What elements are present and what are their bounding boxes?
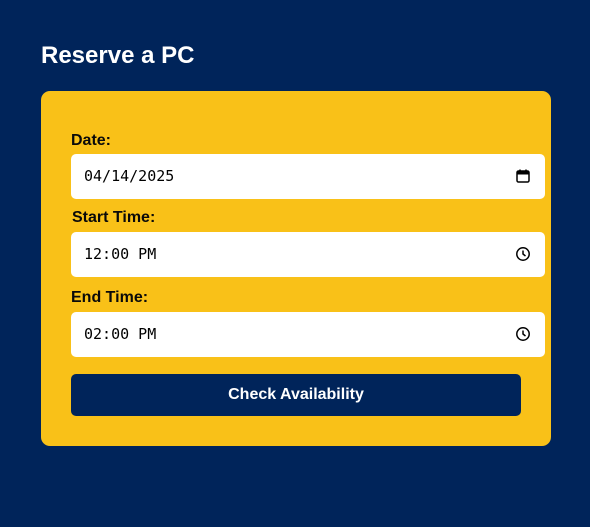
date-value: 04/14/2025 xyxy=(84,167,175,185)
end-time-label: End Time: xyxy=(71,289,149,306)
page-title: Reserve a PC xyxy=(41,42,195,69)
end-time-value: 02:00 PM xyxy=(84,325,157,343)
start-time-label: Start Time: xyxy=(72,209,156,226)
reservation-form: Date: 04/14/2025 Start Time: 12:00 PM En… xyxy=(41,91,551,446)
start-time-value: 12:00 PM xyxy=(84,245,157,263)
page: Reserve a PC Date: 04/14/2025 Start Time… xyxy=(0,0,590,527)
date-field[interactable]: 04/14/2025 xyxy=(71,154,545,199)
clock-icon[interactable] xyxy=(515,246,531,262)
check-availability-button[interactable]: Check Availability xyxy=(71,374,521,416)
calendar-icon[interactable] xyxy=(515,168,531,184)
date-label: Date: xyxy=(71,132,112,149)
end-time-field[interactable]: 02:00 PM xyxy=(71,312,545,357)
clock-icon[interactable] xyxy=(515,326,531,342)
start-time-field[interactable]: 12:00 PM xyxy=(71,232,545,277)
